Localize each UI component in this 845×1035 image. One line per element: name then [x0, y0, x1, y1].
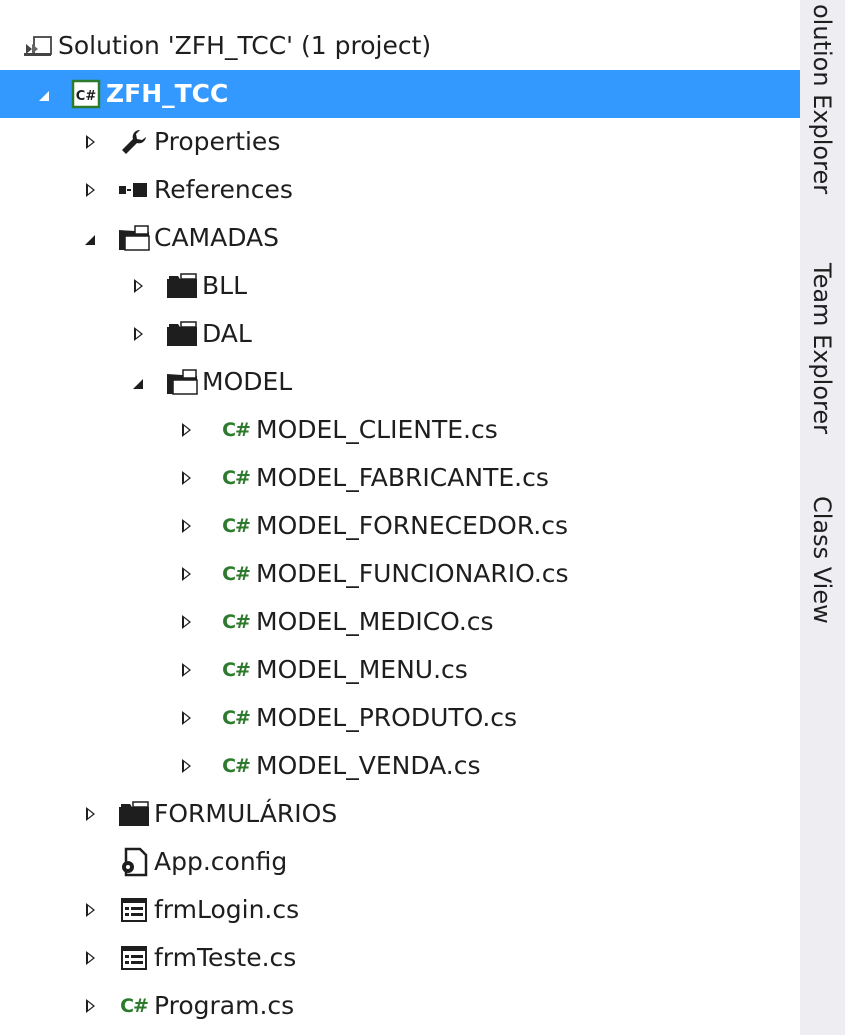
collapsed-arrow-icon[interactable] — [176, 550, 196, 598]
tree-item[interactable]: C# MODEL_FUNCIONARIO.cs — [0, 550, 800, 598]
tree-item-label: App.config — [154, 847, 288, 876]
folder-open-icon — [164, 358, 200, 406]
collapsed-arrow-icon[interactable] — [80, 118, 100, 166]
expanded-arrow-icon[interactable] — [128, 358, 148, 406]
collapsed-arrow-icon[interactable] — [80, 886, 100, 934]
folder-icon — [116, 790, 152, 838]
collapsed-arrow-icon[interactable] — [80, 934, 100, 982]
tree-item-label: MODEL_FABRICANTE.cs — [256, 463, 549, 492]
tree-item-label: MODEL_CLIENTE.cs — [256, 415, 498, 444]
expanded-arrow-icon[interactable] — [80, 214, 100, 262]
collapsed-arrow-icon[interactable] — [176, 454, 196, 502]
tree-item[interactable]: C# Program.cs — [0, 982, 800, 1030]
tree-item-label: frmTeste.cs — [154, 943, 297, 972]
tree-item-label: MODEL_MEDICO.cs — [256, 607, 494, 636]
folder-icon — [164, 310, 200, 358]
form-icon — [116, 934, 152, 982]
collapsed-arrow-icon[interactable] — [128, 262, 148, 310]
tree-item[interactable]: Properties — [0, 118, 800, 166]
tree-item[interactable]: C# MODEL_PRODUTO.cs — [0, 694, 800, 742]
collapsed-arrow-icon[interactable] — [128, 310, 148, 358]
csharp-file-icon: C# — [222, 419, 251, 441]
tree-item-label: ZFH_TCC — [106, 79, 229, 108]
collapsed-arrow-icon[interactable] — [176, 742, 196, 790]
csharp-file-icon: C# — [222, 563, 251, 585]
tree-item[interactable]: C# MODEL_FABRICANTE.cs — [0, 454, 800, 502]
tree-item[interactable]: C# MODEL_MENU.cs — [0, 646, 800, 694]
tree-item[interactable]: MODEL — [0, 358, 800, 406]
tree-item[interactable]: frmLogin.cs — [0, 886, 800, 934]
tree-item-label: References — [154, 175, 293, 204]
references-icon — [116, 166, 152, 214]
expanded-arrow-icon[interactable] — [34, 70, 54, 118]
tree-item[interactable]: C# MODEL_VENDA.cs — [0, 742, 800, 790]
collapsed-arrow-icon[interactable] — [176, 598, 196, 646]
csharp-file-icon: C# — [222, 707, 251, 729]
tree-item-label: MODEL — [202, 367, 293, 396]
tree-item-label: MODEL_FUNCIONARIO.cs — [256, 559, 569, 588]
tree-item[interactable]: C# MODEL_FORNECEDOR.cs — [0, 502, 800, 550]
form-icon — [116, 886, 152, 934]
wrench-icon — [116, 118, 152, 166]
tree-item-label: frmLogin.cs — [154, 895, 300, 924]
tree-item-label: MODEL_FORNECEDOR.cs — [256, 511, 569, 540]
collapsed-arrow-icon[interactable] — [176, 694, 196, 742]
tree-item-label: DAL — [202, 319, 252, 348]
tree-item[interactable]: Solution 'ZFH_TCC' (1 project) — [0, 22, 800, 70]
side-tab-strip: olution Explorer Team Explorer Class Vie… — [800, 0, 845, 1035]
tree-item-label: MODEL_MENU.cs — [256, 655, 468, 684]
tree-item-label: Properties — [154, 127, 281, 156]
tab-team-explorer[interactable]: Team Explorer — [808, 263, 836, 434]
tree-item-label: BLL — [202, 271, 248, 300]
tree-item[interactable]: FORMULÁRIOS — [0, 790, 800, 838]
csharp-file-icon: C# — [222, 659, 251, 681]
tree-item-label: MODEL_VENDA.cs — [256, 751, 481, 780]
tree-item-label: Solution 'ZFH_TCC' (1 project) — [58, 31, 432, 60]
solution-tree: Solution 'ZFH_TCC' (1 project) C# ZFH_TCC P… — [0, 22, 800, 1030]
csharp-file-icon: C# — [120, 995, 149, 1017]
tree-item-label: FORMULÁRIOS — [154, 799, 338, 828]
svg-text:C#: C# — [76, 89, 97, 104]
folder-icon — [164, 262, 200, 310]
csharp-project-icon: C# — [68, 70, 104, 118]
tree-item[interactable]: DAL — [0, 310, 800, 358]
solution-icon — [20, 22, 56, 70]
tree-item[interactable]: C# MODEL_CLIENTE.cs — [0, 406, 800, 454]
csharp-file-icon: C# — [222, 611, 251, 633]
tree-item[interactable]: App.config — [0, 838, 800, 886]
csharp-file-icon: C# — [222, 467, 251, 489]
tree-item-label: MODEL_PRODUTO.cs — [256, 703, 518, 732]
collapsed-arrow-icon[interactable] — [80, 790, 100, 838]
collapsed-arrow-icon[interactable] — [80, 982, 100, 1030]
csharp-file-icon: C# — [222, 755, 251, 777]
solution-explorer-panel: Solution 'ZFH_TCC' (1 project) C# ZFH_TCC P… — [0, 0, 800, 1035]
tree-item[interactable]: frmTeste.cs — [0, 934, 800, 982]
collapsed-arrow-icon[interactable] — [80, 166, 100, 214]
collapsed-arrow-icon[interactable] — [176, 502, 196, 550]
tab-class-view[interactable]: Class View — [808, 496, 836, 624]
tree-item[interactable]: CAMADAS — [0, 214, 800, 262]
tree-item-label: Program.cs — [154, 991, 295, 1020]
tree-item[interactable]: BLL — [0, 262, 800, 310]
csharp-file-icon: C# — [222, 515, 251, 537]
collapsed-arrow-icon[interactable] — [176, 406, 196, 454]
tab-solution-explorer[interactable]: olution Explorer — [808, 4, 836, 194]
tree-item-label: CAMADAS — [154, 223, 280, 252]
config-file-icon — [116, 838, 152, 886]
collapsed-arrow-icon[interactable] — [176, 646, 196, 694]
tree-item[interactable]: C# MODEL_MEDICO.cs — [0, 598, 800, 646]
tree-item[interactable]: References — [0, 166, 800, 214]
folder-open-icon — [116, 214, 152, 262]
tree-item[interactable]: C# ZFH_TCC — [0, 70, 800, 118]
